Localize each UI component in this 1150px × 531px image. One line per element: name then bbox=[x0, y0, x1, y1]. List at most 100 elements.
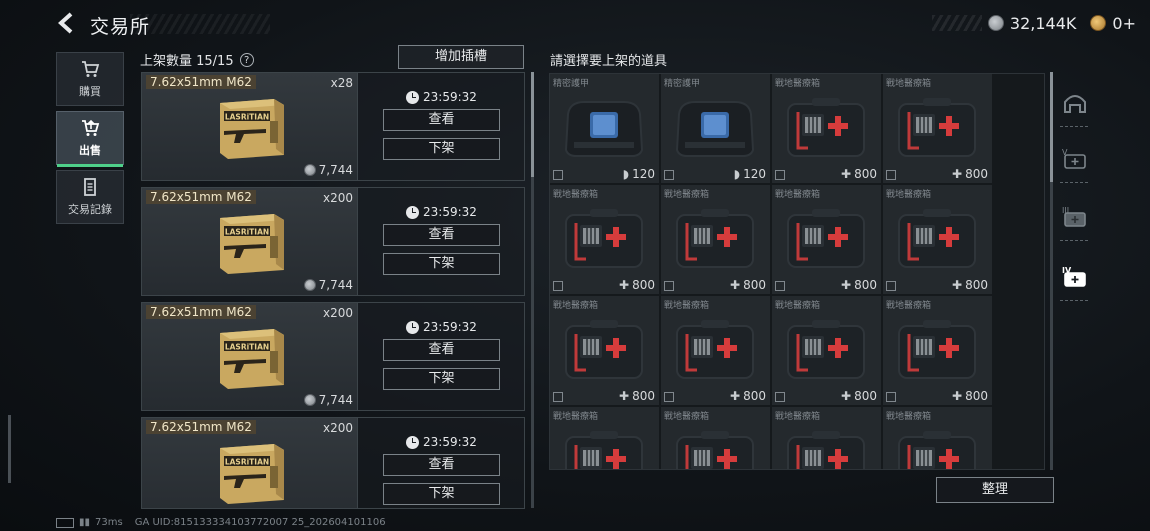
battery-icon bbox=[56, 517, 74, 528]
shield-icon: ◗ bbox=[733, 167, 741, 181]
item-name: 7.62x51mm M62 bbox=[146, 305, 256, 319]
item-name: 戰地醫療箱 bbox=[664, 412, 710, 422]
listing-item-card[interactable]: 7.62x51mm M62 x200 LASRiTIAN 7,744 bbox=[142, 303, 358, 410]
heal-plus-icon: ✚ bbox=[730, 278, 741, 292]
sidebar-item-buy[interactable]: 購買 bbox=[56, 52, 124, 106]
tier-filter-iv[interactable]: IV bbox=[1060, 264, 1090, 292]
item-link-icon bbox=[664, 170, 674, 180]
timer-value: 23:59:32 bbox=[423, 435, 477, 449]
item-link-icon bbox=[886, 281, 896, 291]
view-button[interactable]: 查看 bbox=[383, 339, 500, 361]
clock-icon bbox=[406, 435, 419, 449]
stat-value: 800 bbox=[743, 278, 766, 292]
stat-value: 800 bbox=[854, 278, 877, 292]
tier-filter-all[interactable] bbox=[1060, 90, 1090, 118]
box-brand-text: LASRiTIAN bbox=[225, 113, 269, 122]
listing-item-card[interactable]: 7.62x51mm M62 x28 LASRiTIAN 7,744 bbox=[142, 73, 358, 180]
listing-item-card[interactable]: 7.62x51mm M62 x200 LASRiTIAN 7,744 bbox=[142, 188, 358, 295]
coin-icon bbox=[303, 279, 316, 291]
medkit-icon bbox=[898, 209, 976, 268]
sell-cart-icon bbox=[82, 119, 100, 136]
inventory-item[interactable]: 精密護甲 ◗ 120 bbox=[550, 74, 660, 184]
box-brand-text: LASRiTIAN bbox=[225, 343, 269, 352]
delist-button[interactable]: 下架 bbox=[383, 138, 500, 160]
timer-value: 23:59:32 bbox=[423, 90, 477, 104]
delist-button[interactable]: 下架 bbox=[383, 368, 500, 390]
item-name: 戰地醫療箱 bbox=[886, 79, 932, 89]
listing-row: 7.62x51mm M62 x200 LASRiTIAN 7,744 23:59… bbox=[141, 187, 525, 296]
listing-scrollbar-thumb[interactable] bbox=[531, 72, 534, 177]
ping-value: 73ms bbox=[95, 517, 123, 528]
delist-button[interactable]: 下架 bbox=[383, 253, 500, 275]
ammo-box-icon: LASRiTIAN bbox=[220, 214, 284, 274]
inventory-item[interactable]: 精密護甲 ◗ 120 bbox=[661, 74, 771, 184]
medkit-icon bbox=[565, 320, 643, 379]
tier-divider bbox=[1060, 240, 1088, 241]
item-stat: ✚ 800 bbox=[952, 167, 988, 181]
listing-row: 7.62x51mm M62 x200 LASRiTIAN 7,744 23:59… bbox=[141, 302, 525, 411]
view-button[interactable]: 查看 bbox=[383, 454, 500, 476]
uid-text: GA UID:815133334103772007 25_20260410110… bbox=[134, 517, 386, 528]
item-stat: ✚ 800 bbox=[619, 278, 655, 292]
item-name: 戰地醫療箱 bbox=[553, 412, 599, 422]
sidebar-item-sell[interactable]: 出售 bbox=[56, 111, 124, 167]
listing-timer: 23:59:32 bbox=[406, 320, 477, 334]
heal-plus-icon: ✚ bbox=[841, 167, 852, 181]
armor-vest-icon bbox=[675, 101, 755, 157]
inventory-item[interactable]: 戰地醫療箱 ✚ 800 bbox=[550, 185, 660, 295]
premium-amount[interactable]: 0+ bbox=[1112, 14, 1136, 33]
medkit-icon bbox=[565, 431, 643, 469]
item-stat: ✚ 800 bbox=[952, 389, 988, 403]
heal-plus-icon: ✚ bbox=[841, 278, 852, 292]
sidebar-item-records[interactable]: 交易記錄 bbox=[56, 170, 124, 224]
medkit-icon bbox=[898, 431, 976, 469]
item-stat: ✚ 800 bbox=[952, 278, 988, 292]
item-name: 戰地醫療箱 bbox=[553, 190, 599, 200]
inventory-item[interactable]: 戰地醫療箱 ✚ 800 bbox=[550, 296, 660, 406]
inventory-item[interactable]: 戰地醫療箱 bbox=[883, 407, 993, 469]
delist-button[interactable]: 下架 bbox=[383, 483, 500, 505]
item-stat: ✚ 800 bbox=[730, 389, 766, 403]
heal-plus-icon: ✚ bbox=[952, 389, 963, 403]
add-slot-button[interactable]: 增加插槽 bbox=[398, 45, 524, 69]
inventory-item[interactable]: 戰地醫療箱 ✚ 800 bbox=[772, 185, 882, 295]
listing-timer: 23:59:32 bbox=[406, 205, 477, 219]
item-link-icon bbox=[664, 392, 674, 402]
inventory-item[interactable]: 戰地醫療箱 ✚ 800 bbox=[661, 296, 771, 406]
view-button[interactable]: 查看 bbox=[383, 224, 500, 246]
inventory-item[interactable]: 戰地醫療箱 ✚ 800 bbox=[883, 185, 993, 295]
stat-value: 800 bbox=[965, 278, 988, 292]
view-button[interactable]: 查看 bbox=[383, 109, 500, 131]
item-name: 7.62x51mm M62 bbox=[146, 190, 256, 204]
inventory-item[interactable]: 戰地醫療箱 bbox=[661, 407, 771, 469]
stat-value: 800 bbox=[965, 389, 988, 403]
item-quantity: x200 bbox=[322, 421, 353, 435]
back-button[interactable] bbox=[54, 10, 80, 36]
status-footer: ▮▮ 73ms GA UID:815133334103772007 25_202… bbox=[56, 517, 386, 528]
listing-item-card[interactable]: 7.62x51mm M62 x200 LASRiTIAN bbox=[142, 418, 358, 508]
inventory-item[interactable]: 戰地醫療箱 ✚ 800 bbox=[883, 74, 993, 184]
inventory-item[interactable]: 戰地醫療箱 bbox=[550, 407, 660, 469]
inventory-item[interactable]: 戰地醫療箱 ✚ 800 bbox=[883, 296, 993, 406]
item-link-icon bbox=[886, 392, 896, 402]
tier-filter-iii[interactable]: III bbox=[1060, 204, 1090, 232]
item-stat: ✚ 800 bbox=[841, 389, 877, 403]
inventory-item[interactable]: 戰地醫療箱 bbox=[772, 407, 882, 469]
inventory-item[interactable]: 戰地醫療箱 ✚ 800 bbox=[772, 74, 882, 184]
money-amount: 32,144K bbox=[1009, 13, 1077, 33]
item-name: 戰地醫療箱 bbox=[886, 301, 932, 311]
tier-filter-v[interactable]: V bbox=[1060, 146, 1090, 174]
inventory-scrollbar-thumb[interactable] bbox=[1050, 72, 1053, 182]
listing-count-label: 上架數量 15/15 bbox=[140, 54, 234, 69]
help-icon[interactable]: ? bbox=[239, 52, 254, 67]
back-arrow-icon bbox=[58, 12, 73, 34]
box-brand-text: LASRiTIAN bbox=[225, 458, 269, 467]
record-icon bbox=[84, 178, 96, 196]
inventory-item[interactable]: 戰地醫療箱 ✚ 800 bbox=[661, 185, 771, 295]
tier-divider bbox=[1060, 126, 1088, 127]
sort-button[interactable]: 整理 bbox=[936, 477, 1054, 503]
timer-value: 23:59:32 bbox=[423, 320, 477, 334]
tier-divider bbox=[1060, 300, 1088, 301]
item-link-icon bbox=[664, 281, 674, 291]
inventory-item[interactable]: 戰地醫療箱 ✚ 800 bbox=[772, 296, 882, 406]
